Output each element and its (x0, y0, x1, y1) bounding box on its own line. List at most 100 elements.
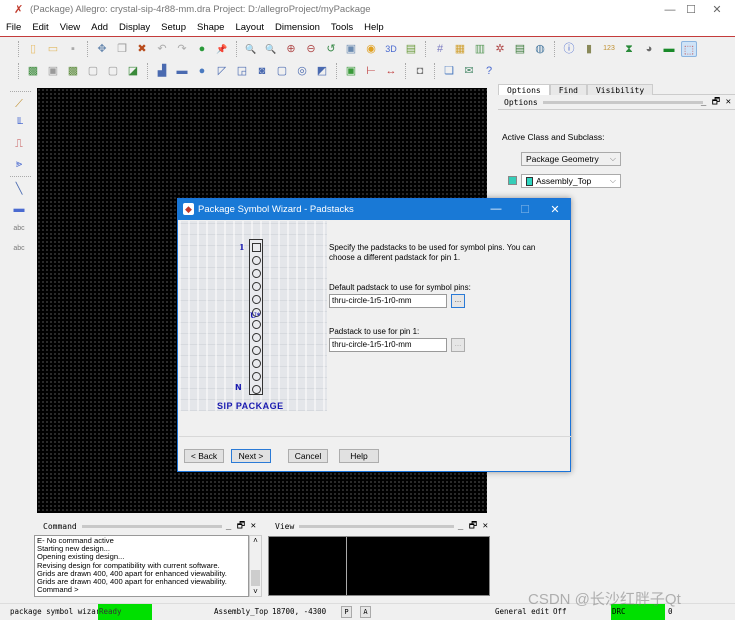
add-connect-icon[interactable]: ● (194, 41, 210, 57)
next-button[interactable]: Next > (231, 449, 271, 463)
globe-icon[interactable]: ◍ (532, 41, 548, 57)
route-icon[interactable]: ⎍ (11, 136, 27, 152)
menu-file[interactable]: File (0, 20, 26, 33)
delete-icon[interactable]: ✖ (134, 41, 150, 57)
pin1-padstack-browse-button[interactable]: ... (451, 338, 465, 352)
circle-shape-icon[interactable]: ● (194, 63, 210, 79)
menu-edit[interactable]: Edit (26, 20, 53, 33)
merge-shape-icon[interactable]: ◩ (314, 63, 330, 79)
menu-setup[interactable]: Setup (155, 20, 191, 33)
zoom-in-icon[interactable]: ⊕ (283, 41, 299, 57)
world-view[interactable] (268, 536, 490, 596)
layers-icon[interactable]: ▥ (472, 41, 488, 57)
tab-find[interactable]: Find (549, 84, 587, 95)
board-icon-6[interactable]: ◪ (125, 63, 141, 79)
pin-icon[interactable]: 📌 (214, 41, 230, 57)
add-text-icon[interactable]: abc (11, 221, 27, 237)
panel-minimize-icon[interactable]: _ (226, 521, 231, 531)
draw-line-icon[interactable]: ╲ (11, 181, 27, 197)
panel-minimize-icon[interactable]: _ (701, 97, 706, 107)
subclass-color-swatch[interactable] (508, 176, 517, 185)
menu-display[interactable]: Display (113, 20, 155, 33)
menu-shape[interactable]: Shape (191, 20, 229, 33)
select-shape-icon[interactable]: ◸ (214, 63, 230, 79)
component-icon[interactable]: ▣ (343, 63, 359, 79)
rectangle-shape-icon[interactable]: ▬ (174, 63, 190, 79)
void-shape-icon[interactable]: ◙ (254, 63, 270, 79)
panel-float-icon[interactable]: 🗗 (712, 97, 720, 107)
info-icon[interactable]: ⓘ (561, 41, 577, 57)
board-icon-4[interactable]: ▢ (85, 63, 101, 79)
corner-shape-icon[interactable]: ▟ (154, 63, 170, 79)
menu-view[interactable]: View (54, 20, 85, 33)
subclass-dropdown[interactable]: Assembly_Top ⌵ (521, 174, 621, 188)
help-icon[interactable]: ? (481, 63, 497, 79)
pin1-padstack-input[interactable]: thru-circle-1r5-1r0-mm (329, 338, 447, 352)
round-shape-icon[interactable]: ◎ (294, 63, 310, 79)
edit-boundary-icon[interactable]: ◲ (234, 63, 250, 79)
zoom-world-icon[interactable]: ▣ (343, 41, 359, 57)
command-scrollbar[interactable]: ˄ ˅ (249, 535, 262, 597)
mail-icon[interactable]: ✉ (461, 63, 477, 79)
p-button[interactable]: P (341, 606, 352, 618)
a-button[interactable]: A (360, 606, 371, 618)
help-button[interactable]: Help (339, 449, 379, 463)
ruler-icon[interactable]: 123 (601, 41, 617, 57)
back-button[interactable]: < Back (184, 449, 224, 463)
shadow-icon[interactable]: ✲ (492, 41, 508, 57)
panel-float-icon[interactable]: 🗗 (469, 521, 477, 531)
tab-visibility[interactable]: Visibility (586, 84, 654, 95)
default-padstack-browse-button[interactable]: ... (451, 294, 465, 308)
3d-view-icon[interactable]: 3D (383, 41, 399, 57)
class-dropdown[interactable]: Package Geometry ⌵ (521, 152, 621, 166)
undo-icon[interactable]: ↶ (154, 41, 170, 57)
add-line-icon[interactable]: ⟋ (11, 96, 27, 112)
measure-icon[interactable]: ▮ (581, 41, 597, 57)
board-icon-1[interactable]: ▩ (25, 63, 41, 79)
default-padstack-input[interactable]: thru-circle-1r5-1r0-mm (329, 294, 447, 308)
redo-icon[interactable]: ↷ (174, 41, 190, 57)
color-icon[interactable]: ▦ (452, 41, 468, 57)
cancel-button[interactable]: Cancel (288, 449, 328, 463)
new-file-icon[interactable]: ▯ (25, 41, 41, 57)
layer-list-icon[interactable]: ▤ (512, 41, 528, 57)
zoom-previous-icon[interactable]: ↺ (323, 41, 339, 57)
camera-icon[interactable]: ◘ (412, 63, 428, 79)
maximize-button[interactable]: ☐ (679, 2, 703, 18)
save-icon[interactable]: ▪ (65, 41, 81, 57)
zoom-out-icon[interactable]: ⊖ (303, 41, 319, 57)
scroll-down-icon[interactable]: ˅ (250, 587, 261, 596)
windows-icon[interactable]: ❏ (441, 63, 457, 79)
place-pin-icon[interactable]: ╙ (11, 116, 27, 132)
edit-text-icon[interactable]: abc (11, 241, 27, 257)
panel-close-icon[interactable]: ✕ (726, 97, 731, 107)
command-output[interactable]: E- No command active Starting new design.… (34, 535, 249, 597)
dimension-linear-icon[interactable]: ↔ (383, 63, 399, 79)
panel-close-icon[interactable]: ✕ (483, 521, 488, 531)
copy-icon[interactable]: ❐ (114, 41, 130, 57)
dialog-close-button[interactable]: ✕ (545, 203, 565, 216)
menu-tools[interactable]: Tools (325, 20, 358, 33)
panel-minimize-icon[interactable]: _ (458, 521, 463, 531)
square-shape-icon[interactable]: ▢ (274, 63, 290, 79)
board-icon-3[interactable]: ▩ (65, 63, 81, 79)
menu-help[interactable]: Help (358, 20, 389, 33)
scroll-up-icon[interactable]: ˄ (250, 536, 261, 545)
flip-icon[interactable]: ▤ (403, 41, 419, 57)
panel-close-icon[interactable]: ✕ (251, 521, 256, 531)
dialog-minimize-button[interactable]: — (486, 203, 506, 215)
fanout-icon[interactable]: ⪢ (11, 156, 27, 172)
dimension-icon[interactable]: ⊢ (363, 63, 379, 79)
zoom-points-icon[interactable]: 🔍 (243, 41, 259, 57)
menu-dimension[interactable]: Dimension (269, 20, 325, 33)
zoom-fit-icon[interactable]: 🔍 (263, 41, 279, 57)
redraw-icon[interactable]: ◉ (363, 41, 379, 57)
add-rectangle-icon[interactable]: ▬ (11, 201, 27, 217)
cursor-select-icon[interactable]: ⬚ (681, 41, 697, 57)
menu-layout[interactable]: Layout (229, 20, 269, 33)
tab-options[interactable]: Options (498, 84, 550, 95)
close-button[interactable]: ✕ (705, 2, 729, 18)
grid-icon[interactable]: # (432, 41, 448, 57)
board-icon-5[interactable]: ▢ (105, 63, 121, 79)
add-via-icon[interactable]: ◕ (641, 41, 657, 57)
